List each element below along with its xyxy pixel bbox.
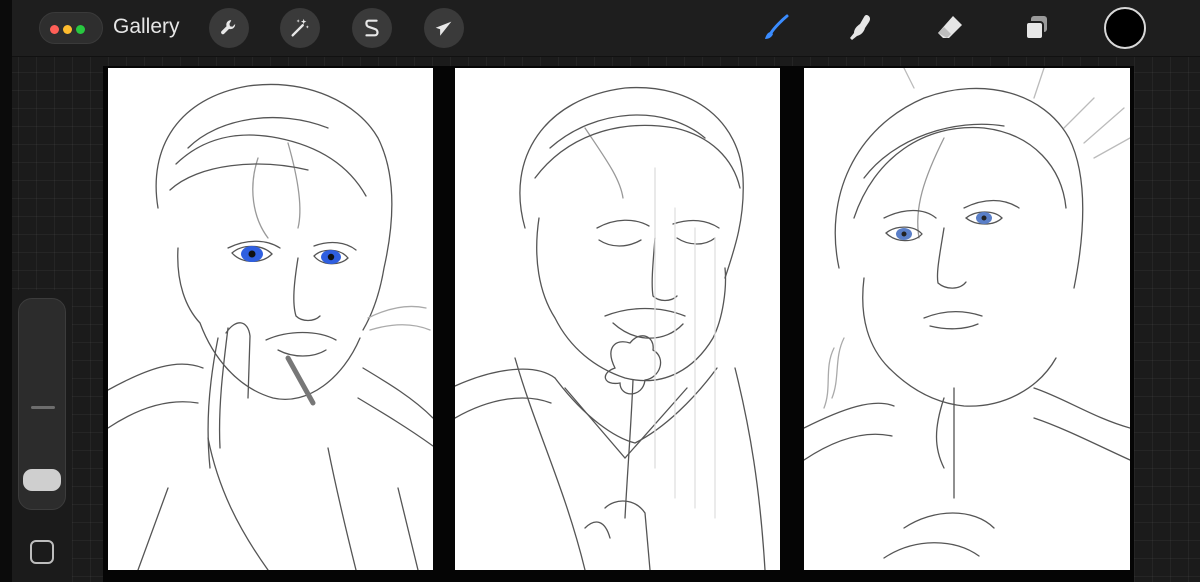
wrench-icon xyxy=(221,20,236,35)
smudge-finger-icon xyxy=(850,15,871,40)
layers-icon xyxy=(1025,16,1047,40)
top-toolbar: Gallery xyxy=(12,0,1200,57)
sketch-panel-1 xyxy=(108,68,433,570)
window-controls[interactable] xyxy=(39,12,103,44)
selection-button[interactable] xyxy=(352,8,392,48)
maximize-dot[interactable] xyxy=(76,25,85,34)
selection-s-icon xyxy=(365,19,379,37)
slider-divider xyxy=(31,406,55,409)
arrow-cursor-icon xyxy=(435,21,452,36)
brush-size-slider[interactable] xyxy=(18,298,66,510)
transform-button[interactable] xyxy=(424,8,464,48)
modify-button[interactable] xyxy=(30,540,54,564)
blue-eyes-3 xyxy=(896,212,992,240)
device-bezel xyxy=(0,0,12,582)
portrait-sketch-2 xyxy=(455,86,766,570)
brush-tool-button[interactable] xyxy=(756,8,796,48)
adjustments-button[interactable] xyxy=(280,8,320,48)
actions-button[interactable] xyxy=(209,8,249,48)
close-dot[interactable] xyxy=(50,25,59,34)
magic-wand-icon xyxy=(291,18,309,37)
sketch-panel-3 xyxy=(804,68,1130,570)
gallery-button[interactable]: Gallery xyxy=(113,15,180,39)
eraser-tool-button[interactable] xyxy=(930,8,970,48)
blue-eyes-1 xyxy=(241,246,341,264)
brush-icon xyxy=(765,14,789,39)
opacity-slider-handle[interactable] xyxy=(23,469,61,491)
sketch-panel-2 xyxy=(455,68,780,570)
minimize-dot[interactable] xyxy=(63,25,72,34)
smudge-tool-button[interactable] xyxy=(841,8,881,48)
eraser-icon xyxy=(938,16,962,38)
color-picker-button[interactable] xyxy=(1104,7,1146,49)
layers-button[interactable] xyxy=(1016,8,1056,48)
